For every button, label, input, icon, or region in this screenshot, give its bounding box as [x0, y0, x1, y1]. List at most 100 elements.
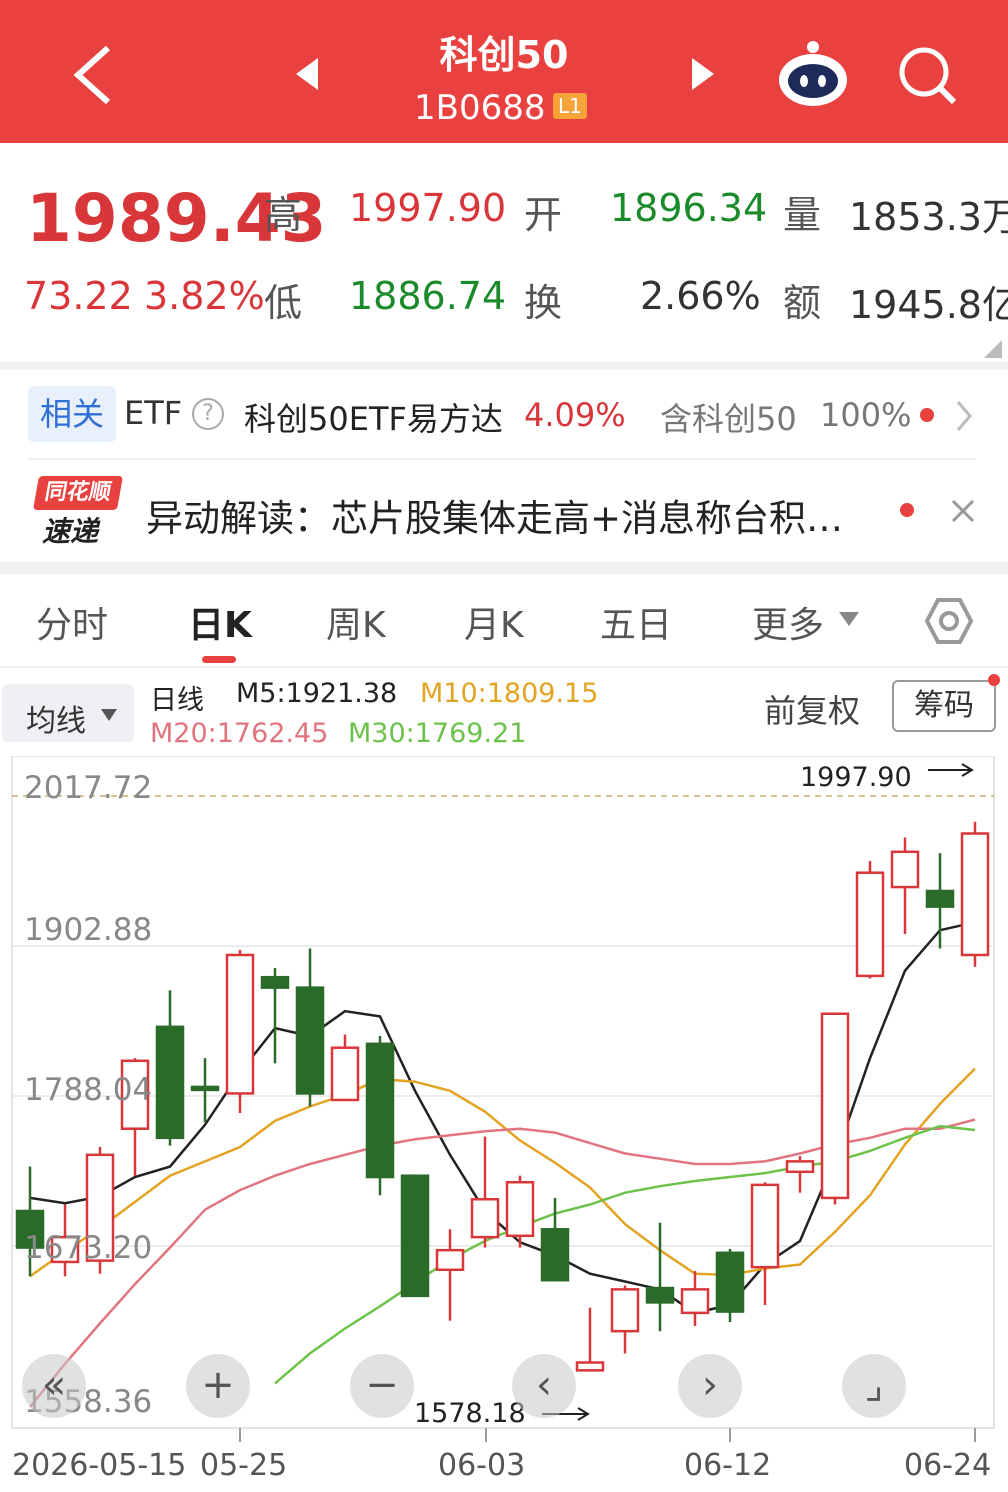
- next-icon[interactable]: [688, 56, 718, 92]
- candle-body: [960, 832, 990, 957]
- turnover-value: 2.66%: [640, 274, 761, 318]
- period-label: 日线: [150, 685, 204, 716]
- etf-change: 4.09%: [524, 396, 626, 434]
- expand-corner-icon[interactable]: [984, 340, 1002, 358]
- indicator-dropdown[interactable]: 均线: [2, 684, 134, 742]
- turnover-label: 换: [524, 281, 563, 325]
- section-divider: [0, 362, 1008, 370]
- zoom-out-button[interactable]: −: [350, 1354, 414, 1418]
- ma5-label: M5:1921.38: [236, 678, 398, 709]
- tab-five-day[interactable]: 五日: [600, 596, 672, 648]
- search-icon[interactable]: [896, 44, 960, 108]
- adjust-label[interactable]: 前复权: [764, 686, 860, 732]
- open-value: 1896.34: [610, 186, 768, 230]
- price-change-pct: 3.82%: [144, 274, 265, 318]
- tab-weekly-k[interactable]: 周K: [326, 596, 386, 648]
- tab-more[interactable]: 更多: [752, 596, 824, 648]
- dropdown-caret-icon: [101, 709, 117, 721]
- chips-button[interactable]: 筹码: [892, 680, 996, 732]
- price-change: 73.22: [24, 274, 133, 318]
- ma10-label: M10:1809.15: [420, 678, 599, 709]
- low-label: 低: [264, 281, 303, 325]
- x-tick-4: 06-12: [684, 1448, 772, 1483]
- y-tick-1: 2017.72: [24, 770, 153, 806]
- candle-body: [715, 1251, 745, 1313]
- contains-label: 含科创50: [660, 400, 797, 438]
- candle-body: [225, 953, 255, 1095]
- candle-body: [890, 850, 920, 889]
- amount-value: 1945.8亿: [849, 283, 1008, 327]
- candle-body: [470, 1197, 500, 1239]
- candle-body: [785, 1160, 815, 1174]
- help-icon[interactable]: ?: [192, 398, 224, 430]
- tab-monthly-k[interactable]: 月K: [464, 596, 524, 648]
- tab-intraday[interactable]: 分时: [36, 596, 108, 648]
- candle-body: [610, 1288, 640, 1333]
- scroll-left-button[interactable]: ‹: [512, 1354, 576, 1418]
- security-code: 1B0688: [414, 88, 546, 128]
- candle-body: [505, 1181, 535, 1238]
- indicator-dropdown-label: 均线: [26, 704, 86, 739]
- fullscreen-button[interactable]: ⌟: [842, 1354, 906, 1418]
- contains-pct: 100%: [820, 396, 912, 434]
- tab-divider: [0, 666, 1008, 668]
- ma20-label: M20:1762.45: [150, 718, 329, 749]
- low-value: 1886.74: [349, 274, 507, 318]
- high-value: 1997.90: [349, 186, 507, 230]
- candle-body: [540, 1228, 570, 1282]
- x-tick-1: 2026-05-15: [12, 1448, 187, 1483]
- y-tick-4: 1673.20: [24, 1230, 153, 1266]
- x-tick-3: 06-03: [438, 1448, 526, 1483]
- amount-label: 额: [783, 281, 822, 325]
- news-unread-dot: [900, 503, 914, 517]
- candle-body: [295, 986, 325, 1095]
- close-icon[interactable]: [950, 498, 976, 524]
- page-title: 科创50: [439, 33, 569, 77]
- candle-body: [365, 1042, 395, 1179]
- candle-body: [260, 975, 290, 989]
- high-marker-arrow-icon: [928, 763, 974, 777]
- news-headline[interactable]: 异动解读：芯片股集体走高+消息称台积…: [146, 488, 892, 542]
- chevron-right-icon[interactable]: [954, 400, 974, 432]
- scroll-right-button[interactable]: ›: [678, 1354, 742, 1418]
- candle-body: [330, 1046, 360, 1102]
- candle-body: [435, 1248, 465, 1272]
- level-badge: L1: [553, 93, 587, 119]
- low-marker-label: 1578.18: [414, 1398, 526, 1429]
- etf-name[interactable]: 科创50ETF易方达: [244, 394, 503, 440]
- volume-label: 量: [783, 193, 822, 237]
- candle-body: [750, 1183, 780, 1269]
- robot-icon[interactable]: [776, 38, 850, 108]
- candle-body: [155, 1025, 185, 1140]
- chips-dot: [988, 674, 1000, 686]
- candle-body: [820, 1012, 850, 1200]
- high-marker-label: 1997.90: [800, 762, 912, 793]
- y-tick-2: 1902.88: [24, 912, 153, 948]
- high-label: 高: [264, 193, 303, 237]
- candle-body: [190, 1085, 220, 1092]
- candle-body: [400, 1174, 430, 1298]
- open-label: 开: [524, 193, 563, 237]
- chevron-down-icon: [839, 612, 859, 626]
- y-tick-3: 1788.04: [24, 1072, 153, 1108]
- related-tag: 相关: [28, 386, 116, 442]
- news-logo-bottom: 速递: [42, 515, 99, 548]
- settings-icon[interactable]: [924, 596, 974, 646]
- news-logo: 同花顺 速递: [32, 476, 123, 548]
- candle-body: [645, 1286, 675, 1304]
- section-divider-2: [0, 562, 1008, 574]
- x-tick-2: 05-25: [200, 1448, 288, 1483]
- x-tick-5: 06-24: [904, 1448, 992, 1483]
- ma30-label: M30:1769.21: [348, 718, 527, 749]
- zoom-in-button[interactable]: +: [186, 1354, 250, 1418]
- row-divider: [28, 458, 976, 460]
- news-logo-top: 同花顺: [33, 476, 123, 510]
- tab-daily-k[interactable]: 日K: [188, 596, 252, 648]
- candle-body: [575, 1361, 605, 1372]
- active-tab-indicator: [202, 656, 236, 663]
- top-bar: 科创50 1B0688 L1: [0, 0, 1008, 143]
- scroll-start-button[interactable]: «: [22, 1354, 86, 1418]
- candle-body: [680, 1288, 710, 1315]
- unread-dot: [920, 408, 934, 422]
- candle-body: [855, 871, 885, 978]
